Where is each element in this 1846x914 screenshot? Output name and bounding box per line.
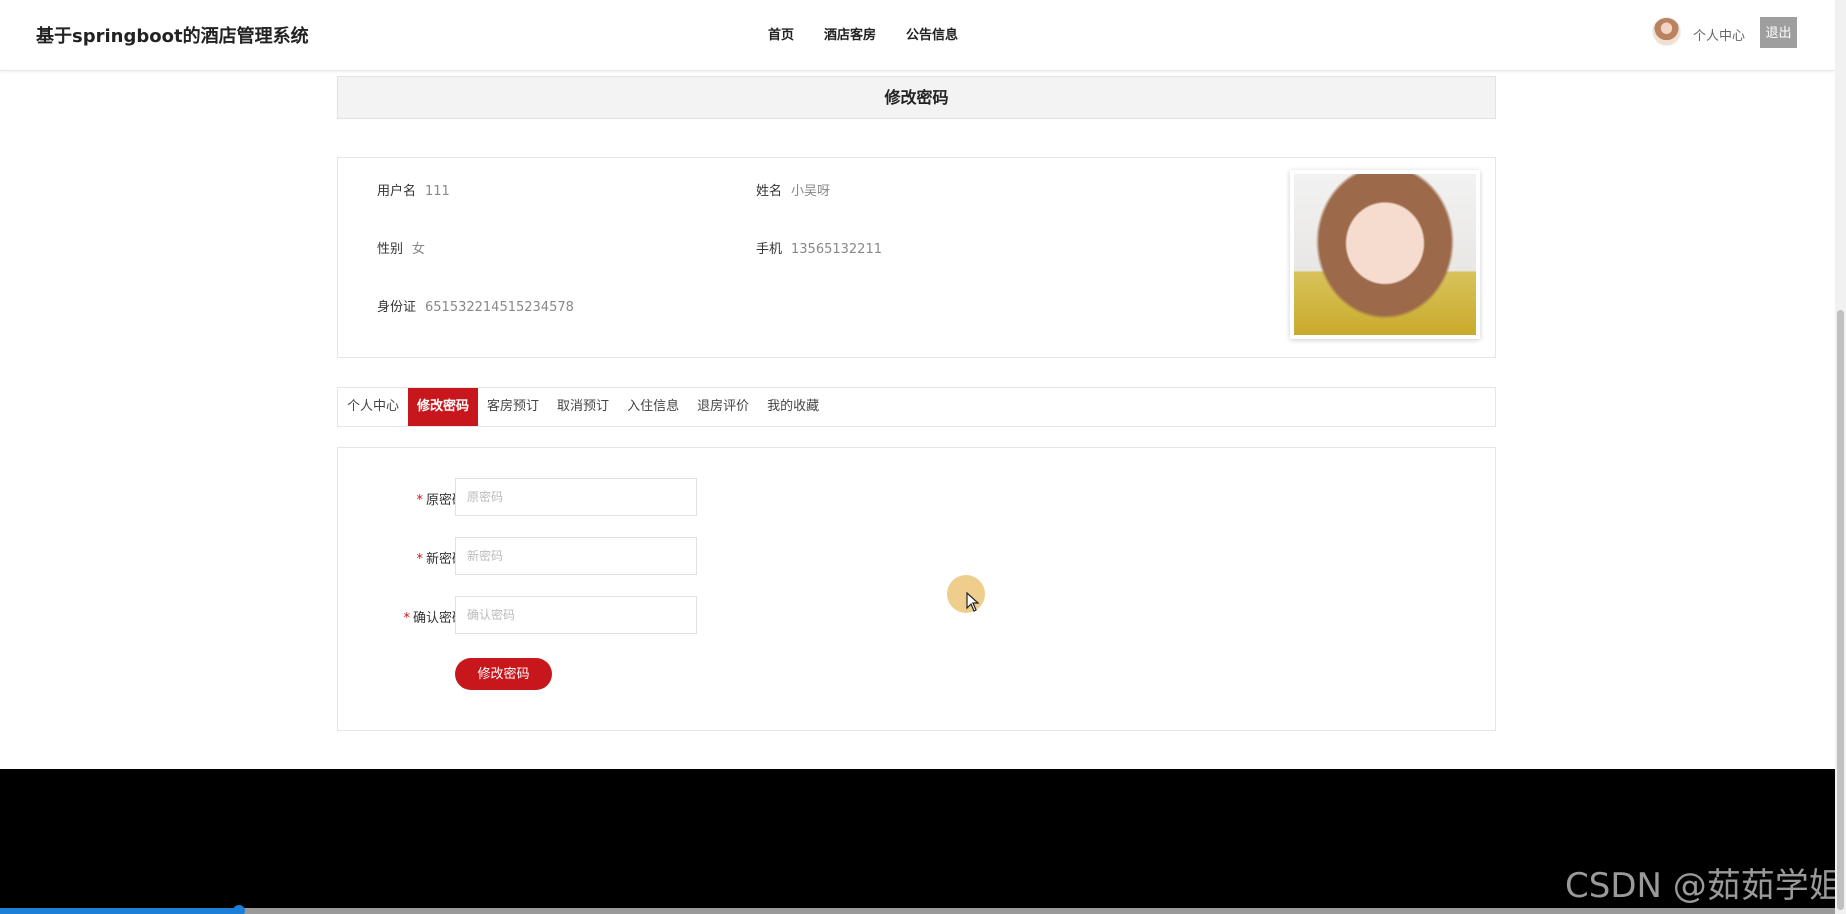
phone-label: 手机 (756, 242, 783, 257)
gender-value: 女 (412, 242, 426, 257)
tab-room-booking[interactable]: 客房预订 (478, 388, 548, 426)
profile-card: 用户名 111 姓名 小吴呀 性别女 手机 13565132211 身份证 651532… (337, 157, 1496, 358)
name-field: 姓名 小吴呀 (756, 180, 830, 199)
tab-checkout-review[interactable]: 退房评价 (688, 388, 758, 426)
logout-button[interactable]: 退出 (1760, 17, 1797, 48)
phone-field: 手机 13565132211 (756, 238, 882, 257)
scrollbar-thumb[interactable] (1837, 310, 1844, 910)
page-scrollbar[interactable] (1835, 0, 1846, 914)
tab-change-password[interactable]: 修改密码 (408, 388, 479, 426)
footer (0, 769, 1835, 909)
profile-photo (1290, 170, 1480, 339)
required-mark: * (416, 552, 423, 567)
tab-checkin-info[interactable]: 入住信息 (618, 388, 688, 426)
required-mark: * (403, 611, 410, 626)
tab-my-favorites[interactable]: 我的收藏 (758, 388, 828, 426)
gender-field: 性别女 (377, 238, 425, 257)
nav-item-rooms[interactable]: 酒店客房 (824, 24, 876, 43)
id-number-field: 身份证 651532214515234578 (377, 296, 574, 315)
old-password-row: * 原密码 (338, 478, 738, 516)
nav-item-home[interactable]: 首页 (768, 24, 794, 43)
video-progress-handle[interactable] (232, 905, 245, 914)
video-progress-fill (0, 908, 239, 914)
required-mark: * (416, 493, 423, 508)
site-title[interactable]: 基于springboot的酒店管理系统 (36, 22, 309, 48)
user-avatar[interactable] (1652, 17, 1681, 46)
mouse-pointer-icon (966, 592, 980, 612)
confirm-password-row: * 确认密码 (338, 596, 738, 634)
main-nav: 首页 酒店客房 公告信息 (768, 24, 958, 43)
change-password-form: * 原密码 * 新密码 * 确认密码 修改密码 (337, 447, 1496, 731)
page: 基于springboot的酒店管理系统 首页 酒店客房 公告信息 个人中心 退出… (0, 0, 1846, 914)
new-password-input[interactable] (455, 537, 697, 575)
id-number-value: 651532214515234578 (425, 300, 574, 315)
gender-label: 性别 (377, 242, 404, 257)
account-tabs: 个人中心 修改密码 客房预订 取消预订 入住信息 退房评价 我的收藏 (337, 387, 1496, 427)
id-number-label: 身份证 (377, 300, 417, 315)
name-label: 姓名 (756, 184, 783, 199)
username-field: 用户名 111 (377, 180, 450, 199)
old-password-input[interactable] (455, 478, 697, 516)
personal-center-link[interactable]: 个人中心 (1693, 25, 1745, 44)
nav-item-notices[interactable]: 公告信息 (906, 24, 958, 43)
video-progress-bar[interactable] (0, 905, 1835, 914)
watermark: CSDN @茹茹学姐 (1565, 866, 1843, 906)
name-value: 小吴呀 (791, 184, 831, 199)
username-label: 用户名 (377, 184, 417, 199)
page-title: 修改密码 (337, 76, 1496, 119)
confirm-password-input[interactable] (455, 596, 697, 634)
new-password-row: * 新密码 (338, 537, 738, 575)
phone-value: 13565132211 (791, 242, 882, 257)
tab-cancel-booking[interactable]: 取消预订 (548, 388, 618, 426)
tab-personal-center[interactable]: 个人中心 (338, 388, 408, 426)
top-navbar: 基于springboot的酒店管理系统 首页 酒店客房 公告信息 个人中心 退出 (0, 0, 1835, 71)
change-password-button[interactable]: 修改密码 (455, 658, 552, 690)
username-value: 111 (425, 184, 450, 199)
